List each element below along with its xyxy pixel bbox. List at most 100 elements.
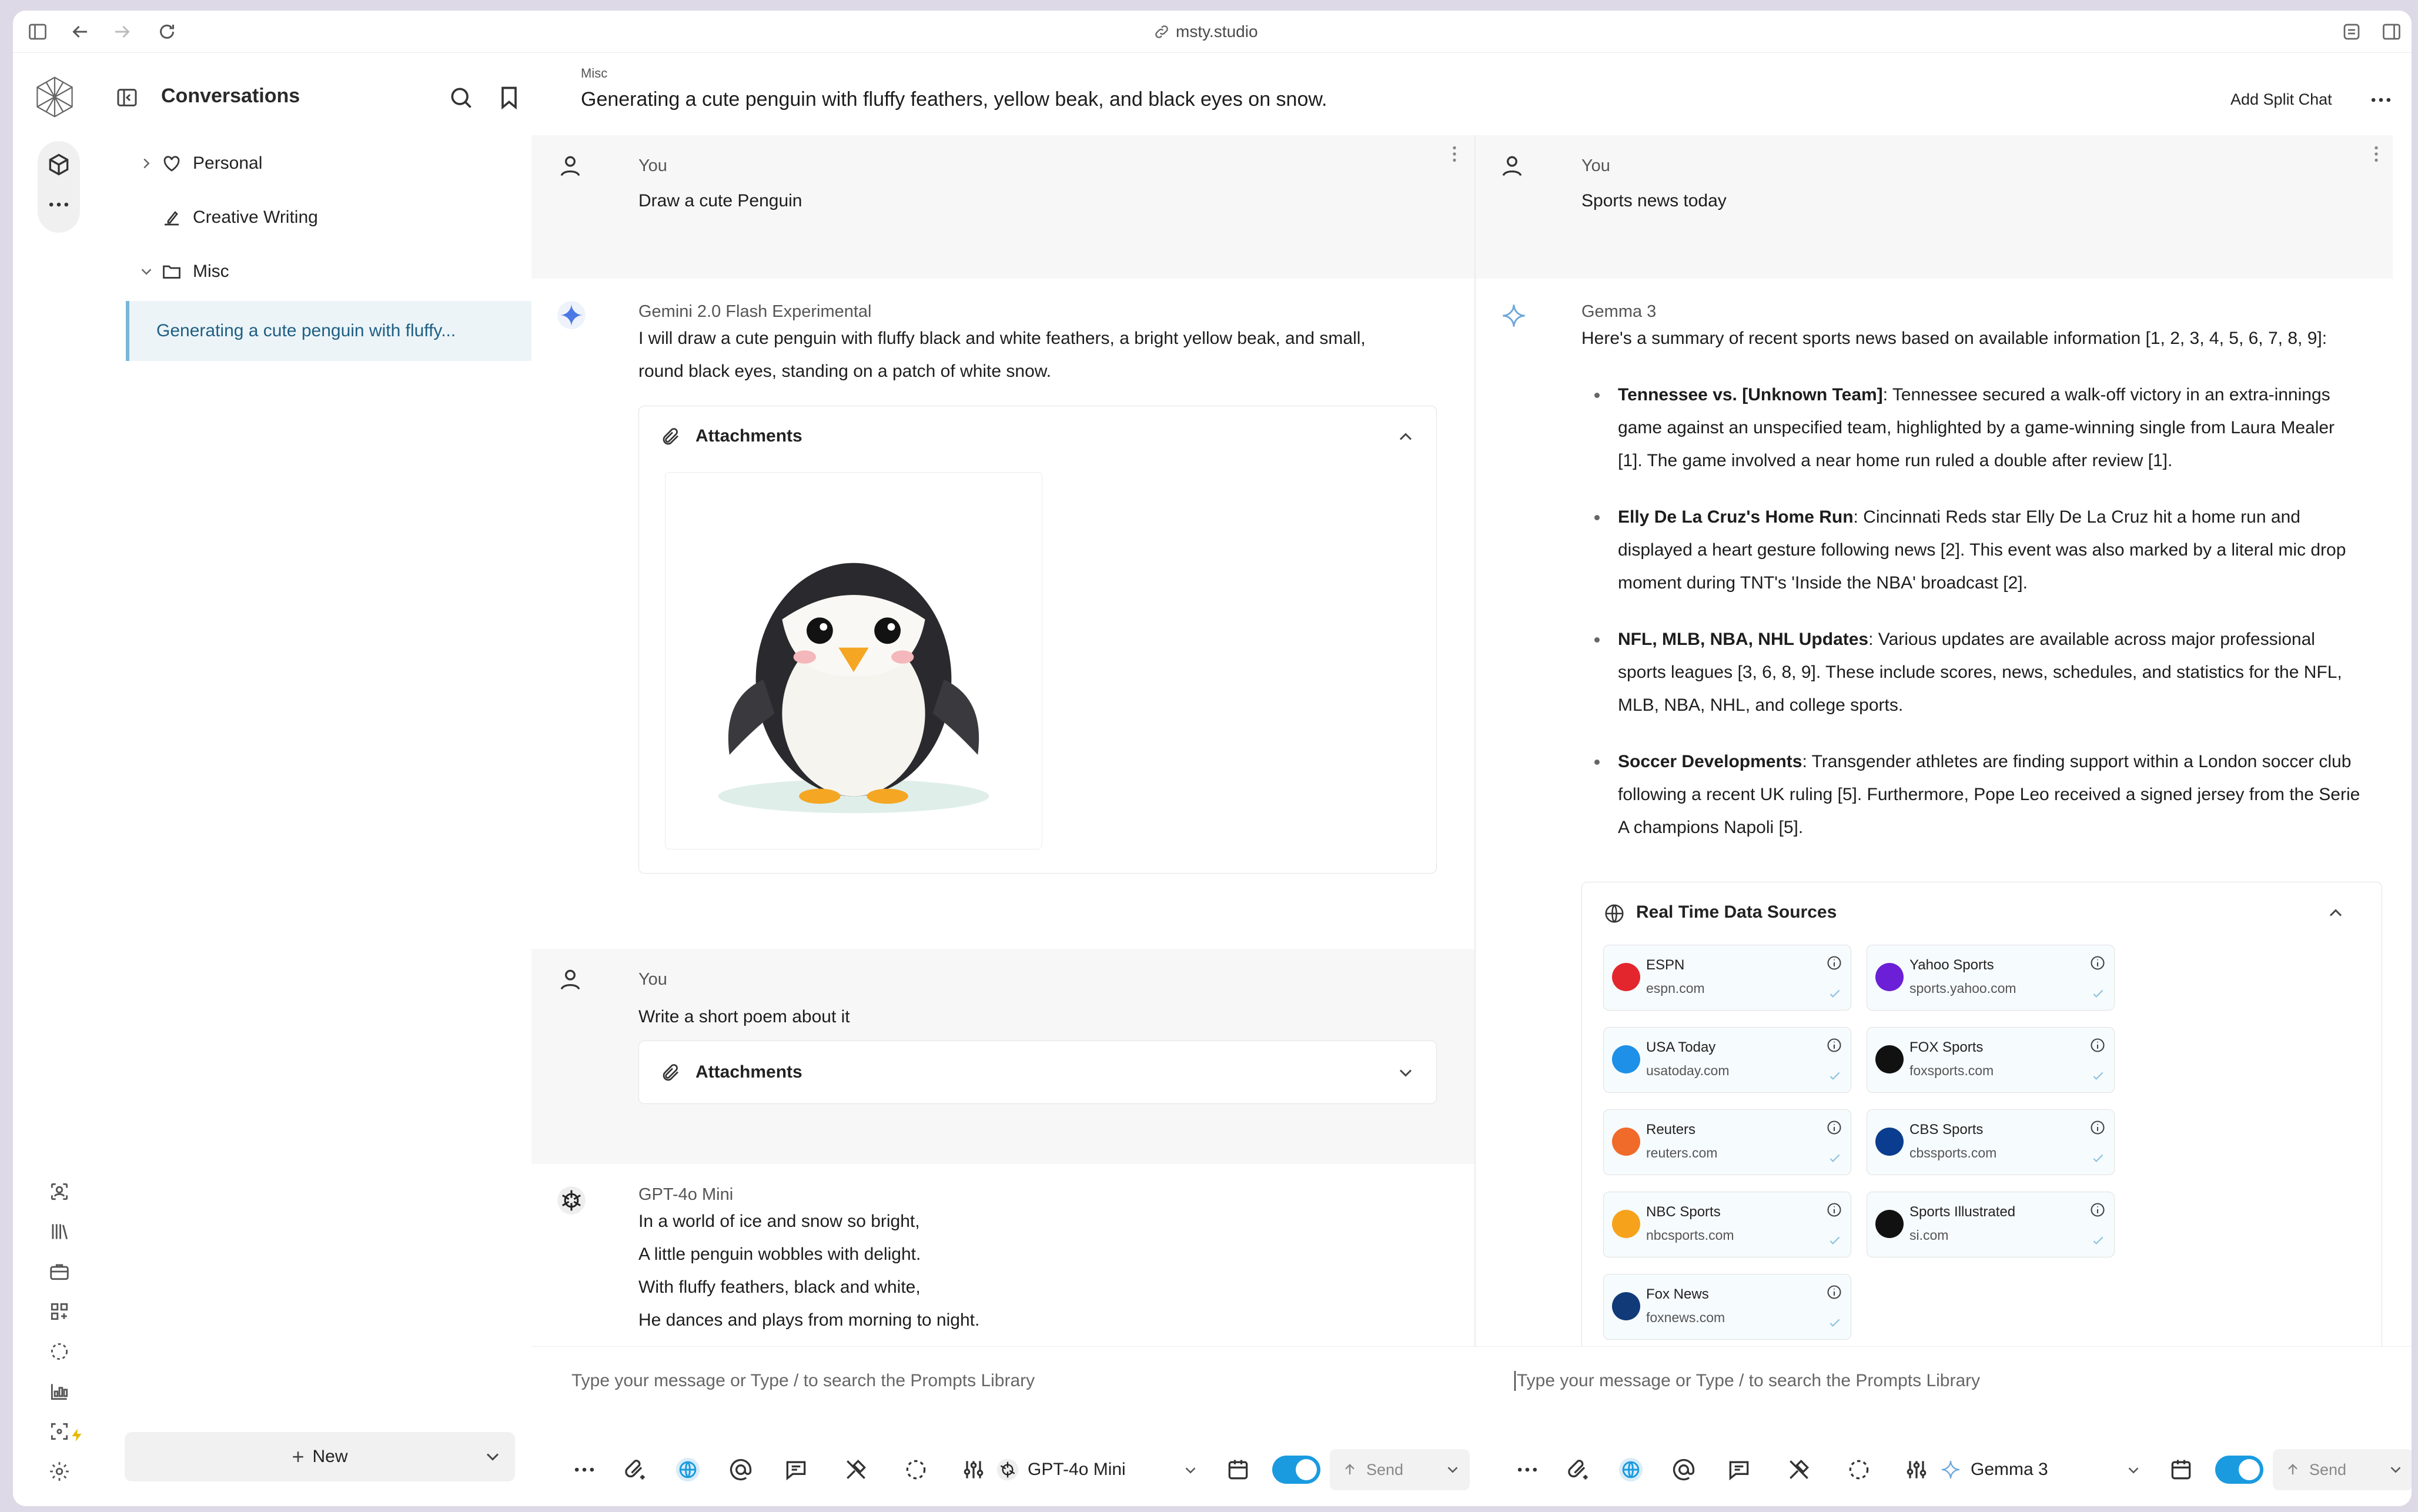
sender-name: You xyxy=(638,156,667,175)
back-icon[interactable] xyxy=(69,21,91,42)
msty-logo[interactable] xyxy=(33,75,76,119)
parameters-icon[interactable] xyxy=(956,1446,991,1493)
chart-icon[interactable] xyxy=(48,1380,71,1403)
loader-icon[interactable] xyxy=(1841,1446,1877,1493)
chevron-down-icon[interactable] xyxy=(2387,1461,2404,1478)
search-icon[interactable] xyxy=(448,85,474,111)
mention-icon[interactable] xyxy=(1666,1446,1701,1493)
chevron-down-icon xyxy=(2125,1461,2142,1479)
cube-icon[interactable] xyxy=(46,152,72,178)
more-icon[interactable] xyxy=(46,192,72,218)
source-card[interactable]: Sports Illustrated si.com xyxy=(1867,1192,2115,1257)
address-bar[interactable]: msty.studio xyxy=(1153,21,1258,42)
mention-icon[interactable] xyxy=(723,1446,758,1493)
info-icon[interactable] xyxy=(1826,955,1842,971)
extension-icon[interactable] xyxy=(2341,21,2362,42)
more-icon[interactable] xyxy=(567,1446,602,1493)
check-icon xyxy=(1827,986,1842,1002)
send-button[interactable]: Send xyxy=(1330,1449,1470,1490)
add-split-chat-button[interactable]: Add Split Chat xyxy=(2230,91,2332,109)
web-search-icon[interactable] xyxy=(670,1446,705,1493)
plus-icon: + xyxy=(292,1444,305,1468)
bookmark-icon[interactable] xyxy=(496,85,522,111)
info-icon[interactable] xyxy=(2089,1037,2106,1053)
folder-creative-writing[interactable]: Creative Writing xyxy=(126,190,531,245)
source-card[interactable]: FOX Sports foxsports.com xyxy=(1867,1027,2115,1093)
source-card[interactable]: CBS Sports cbssports.com xyxy=(1867,1109,2115,1175)
info-icon[interactable] xyxy=(1826,1284,1842,1300)
source-card[interactable]: NBC Sports nbcsports.com xyxy=(1603,1192,1851,1257)
toggle-switch[interactable] xyxy=(1272,1456,1320,1484)
more-icon[interactable] xyxy=(1510,1446,1545,1493)
new-conversation-button[interactable]: + New xyxy=(125,1432,515,1481)
settings-icon[interactable] xyxy=(48,1460,71,1483)
calendar-icon[interactable] xyxy=(2163,1446,2199,1493)
persona-icon[interactable] xyxy=(48,1180,71,1203)
info-icon[interactable] xyxy=(2089,955,2106,971)
loader-icon[interactable] xyxy=(898,1446,934,1493)
chevron-down-icon[interactable] xyxy=(482,1446,503,1467)
apps-icon[interactable] xyxy=(48,1300,71,1323)
forward-icon[interactable] xyxy=(112,21,133,42)
source-card[interactable]: Fox News foxnews.com xyxy=(1603,1274,1851,1340)
app-window: msty.studio Conversations Personal Creat… xyxy=(13,11,2412,1506)
send-button[interactable]: Send xyxy=(2273,1449,2412,1490)
briefcase-icon[interactable] xyxy=(48,1260,71,1283)
tools-icon[interactable] xyxy=(1781,1446,1817,1493)
model-selector[interactable]: GPT-4o Mini xyxy=(996,1453,1208,1486)
model-name: Gemma 3 xyxy=(1971,1460,2048,1479)
message-input-right[interactable]: Type your message or Type / to search th… xyxy=(1514,1371,1980,1391)
model-selector[interactable]: Gemma 3 xyxy=(1939,1453,2151,1486)
sidebar-toggle-icon[interactable] xyxy=(27,21,48,42)
prompt-icon[interactable] xyxy=(778,1446,814,1493)
more-options-icon[interactable] xyxy=(2368,87,2394,113)
source-name: NBC Sports xyxy=(1646,1204,1721,1220)
split-view-icon[interactable] xyxy=(2381,21,2402,42)
source-domain: sports.yahoo.com xyxy=(1909,981,2016,996)
conversations-sidebar: Conversations Personal Creative Writing xyxy=(105,53,531,1506)
chevron-up-icon[interactable] xyxy=(2325,902,2346,924)
chat-pane-right: You Sports news today Gemma 3 Here's a s… xyxy=(1476,135,2393,1346)
attachments-card-collapsed[interactable]: Attachments xyxy=(638,1041,1437,1104)
tools-icon[interactable] xyxy=(838,1446,874,1493)
info-icon[interactable] xyxy=(1826,1119,1842,1136)
source-card[interactable]: ESPN espn.com xyxy=(1603,945,1851,1011)
folder-label: Creative Writing xyxy=(193,208,318,227)
folder-misc[interactable]: Misc xyxy=(126,245,531,299)
source-card[interactable]: Reuters reuters.com xyxy=(1603,1109,1851,1175)
source-card[interactable]: USA Today usatoday.com xyxy=(1603,1027,1851,1093)
info-icon[interactable] xyxy=(2089,1119,2106,1136)
focus-icon[interactable] xyxy=(48,1420,71,1443)
conversation-item-active[interactable]: Generating a cute penguin with fluffy... xyxy=(126,301,531,361)
message-input-left[interactable]: Type your message or Type / to search th… xyxy=(571,1371,1035,1391)
source-domain: si.com xyxy=(1909,1227,1949,1243)
chevron-down-icon[interactable] xyxy=(1395,1062,1416,1083)
source-card[interactable]: Yahoo Sports sports.yahoo.com xyxy=(1867,945,2115,1011)
folder-personal[interactable]: Personal xyxy=(126,136,531,190)
reload-icon[interactable] xyxy=(156,21,178,42)
attach-icon[interactable] xyxy=(1560,1446,1596,1493)
web-search-icon[interactable] xyxy=(1613,1446,1648,1493)
loader-icon[interactable] xyxy=(48,1340,71,1363)
penguin-image[interactable] xyxy=(665,472,1042,849)
chevron-up-icon[interactable] xyxy=(1395,426,1416,447)
attach-icon[interactable] xyxy=(617,1446,653,1493)
info-icon[interactable] xyxy=(1826,1037,1842,1053)
info-icon[interactable] xyxy=(2089,1202,2106,1218)
conversation-title: Generating a cute penguin with fluffy... xyxy=(156,321,456,340)
user-icon xyxy=(1499,153,1525,179)
parameters-icon[interactable] xyxy=(1899,1446,1934,1493)
message-menu-icon[interactable] xyxy=(2366,141,2387,167)
attachments-title: Attachments xyxy=(695,426,802,446)
calendar-icon[interactable] xyxy=(1220,1446,1256,1493)
collapse-sidebar-icon[interactable] xyxy=(115,86,139,109)
library-icon[interactable] xyxy=(48,1220,71,1243)
info-icon[interactable] xyxy=(1826,1202,1842,1218)
breadcrumb-folder[interactable]: Misc xyxy=(581,66,607,81)
chevron-down-icon[interactable] xyxy=(1444,1461,1461,1478)
toggle-switch[interactable] xyxy=(2215,1456,2263,1484)
source-domain: cbssports.com xyxy=(1909,1145,1997,1160)
prompt-icon[interactable] xyxy=(1721,1446,1757,1493)
source-logo-icon xyxy=(1612,1128,1640,1156)
message-menu-icon[interactable] xyxy=(1444,141,1465,167)
